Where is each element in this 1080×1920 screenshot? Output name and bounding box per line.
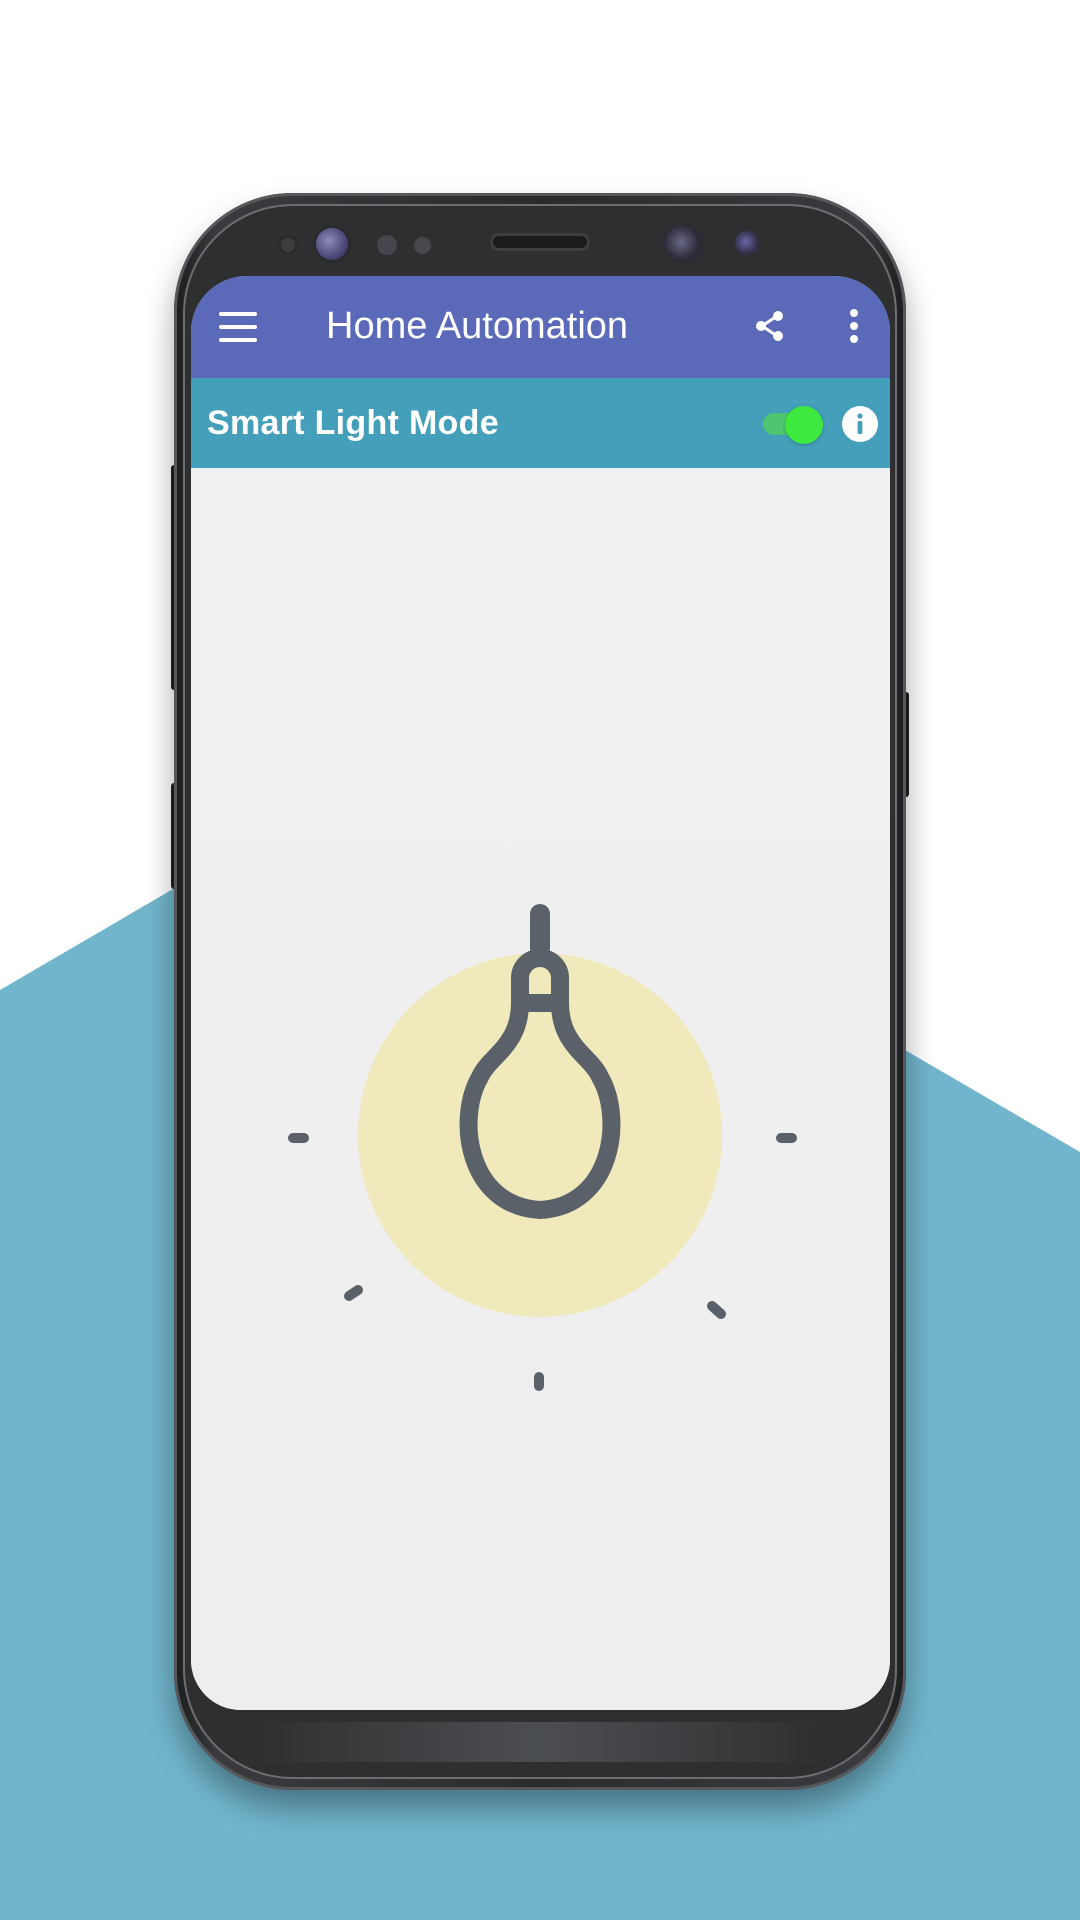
mode-bar: Smart Light Mode — [191, 378, 890, 468]
phone-screen: Home Automation Smart Light Mode — [191, 276, 890, 1710]
toggle-thumb — [785, 406, 823, 444]
phone-sensor — [278, 235, 298, 255]
phone-sensor — [735, 231, 759, 255]
more-vertical-icon[interactable] — [845, 304, 863, 348]
mockup-canvas: Home Automation Smart Light Mode — [0, 0, 1080, 1920]
info-icon[interactable] — [841, 405, 879, 443]
app-title: Home Automation — [326, 305, 629, 347]
app-bar: Home Automation — [191, 276, 890, 378]
light-bulb-icon[interactable] — [191, 468, 890, 1710]
share-icon[interactable] — [753, 309, 787, 343]
phone-iris-scanner — [664, 225, 702, 263]
smart-light-mode-toggle[interactable] — [761, 406, 827, 444]
smart-light-mode-label: Smart Light Mode — [207, 404, 499, 442]
hamburger-menu-icon[interactable] — [219, 312, 257, 342]
phone-front-camera — [316, 228, 348, 260]
phone-sensor — [414, 237, 431, 254]
phone-chin-highlight — [250, 1722, 830, 1762]
phone-earpiece — [490, 233, 590, 251]
main-content — [191, 468, 890, 1710]
phone-sensor — [377, 235, 397, 255]
